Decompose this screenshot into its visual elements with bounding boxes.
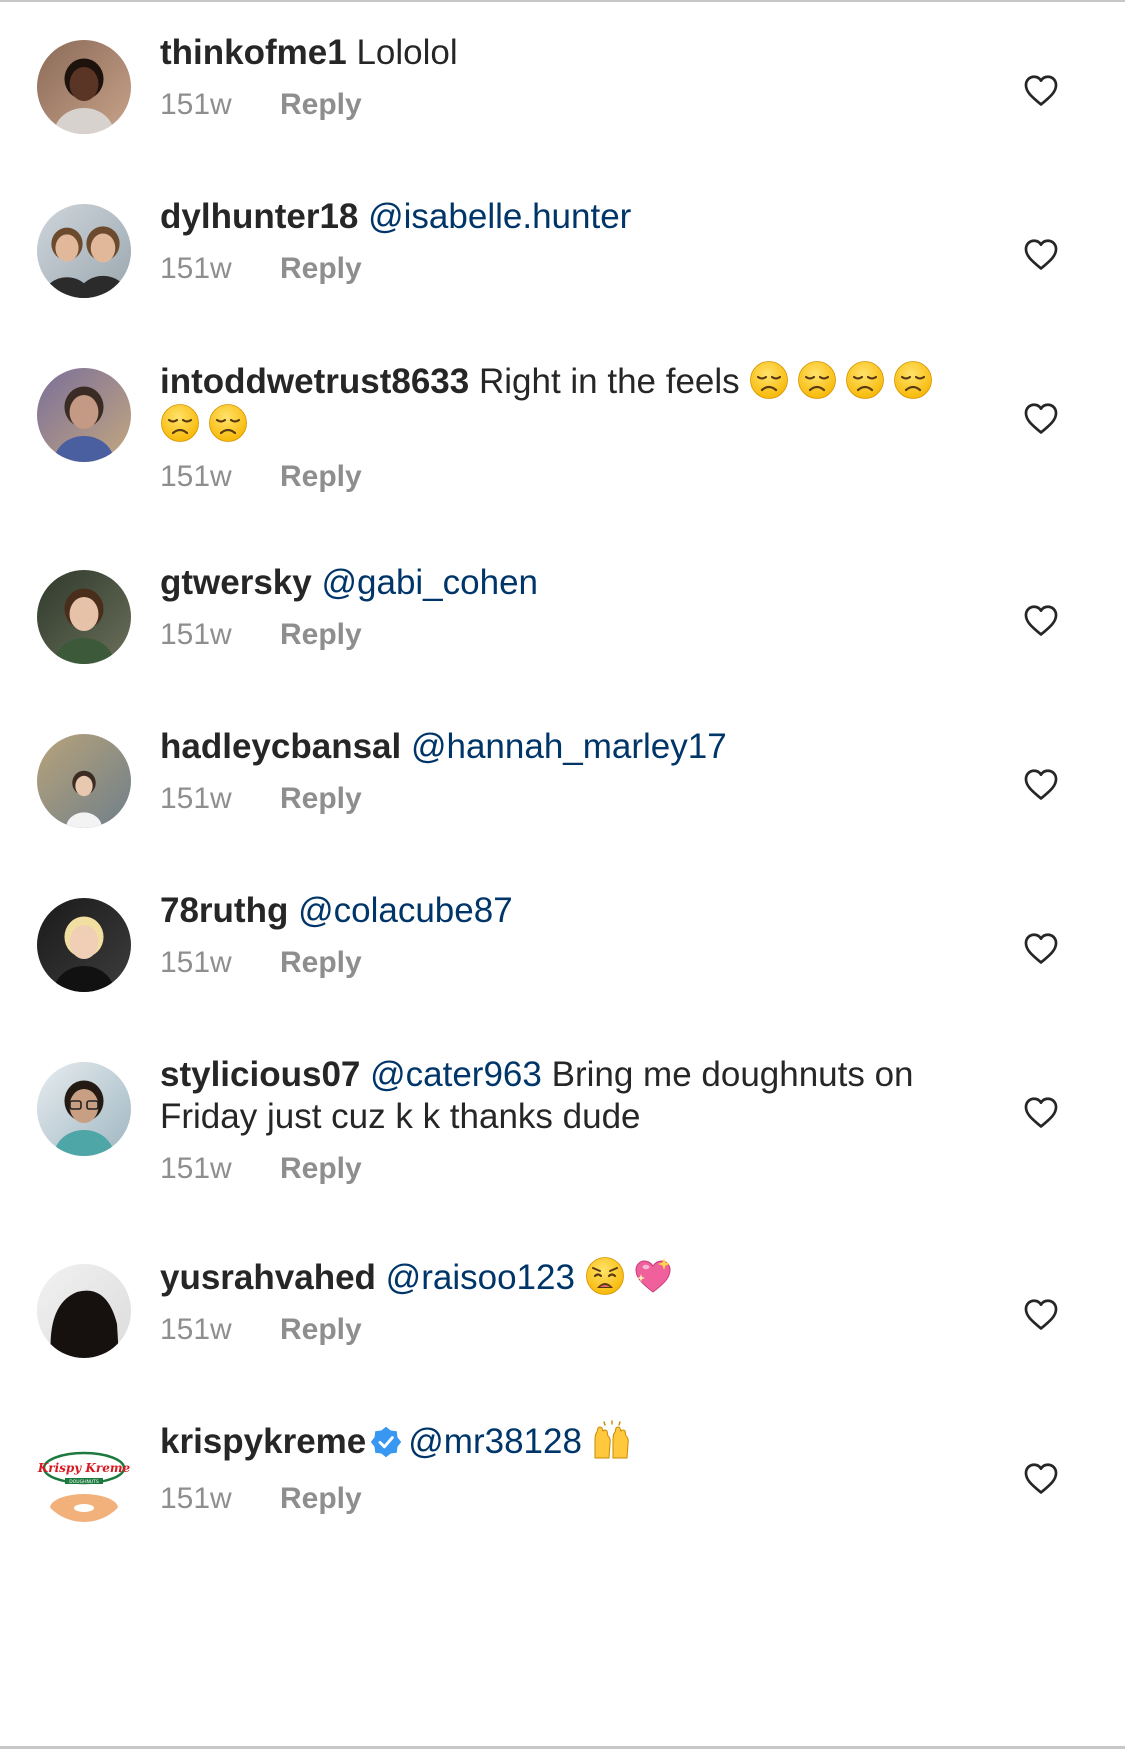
weary-face-emoji-icon [585, 1256, 625, 1296]
comment-meta: 151w Reply [160, 251, 950, 287]
heart-outline-icon[interactable] [1022, 930, 1060, 968]
mention-link[interactable]: @cater963 [370, 1055, 542, 1094]
comment-meta: 151w Reply [160, 1312, 950, 1348]
comment-meta: 151w Reply [160, 1481, 950, 1517]
reply-button[interactable]: Reply [280, 1152, 362, 1185]
comment-body: yusrahvahed @raisoo123 151w Reply [160, 1256, 950, 1348]
disappointed-face-emoji-icon [893, 360, 933, 400]
reply-button[interactable]: Reply [280, 88, 362, 121]
avatar[interactable] [37, 1264, 131, 1358]
avatar[interactable] [37, 898, 131, 992]
comment-body: thinkofme1 Lololol 151w Reply [160, 32, 950, 123]
disappointed-face-emoji-icon [845, 360, 885, 400]
timestamp: 151w [160, 1482, 232, 1515]
avatar[interactable] [37, 204, 131, 298]
mention-link[interactable]: @gabi_cohen [321, 563, 538, 602]
reply-button[interactable]: Reply [280, 946, 362, 979]
verified-badge-icon [370, 1426, 402, 1468]
comment-text: krispykreme @mr38128 [160, 1420, 950, 1468]
comment-text: gtwersky @gabi_cohen [160, 562, 950, 604]
timestamp: 151w [160, 618, 232, 651]
comment-meta: 151w Reply [160, 1151, 950, 1187]
comment-body: 78ruthg @colacube87 151w Reply [160, 890, 950, 981]
username-link[interactable]: thinkofme1 [160, 33, 347, 72]
reply-button[interactable]: Reply [280, 1313, 362, 1346]
comment-body: krispykreme @mr38128 151w Reply [160, 1420, 950, 1517]
disappointed-face-emoji-icon [797, 360, 837, 400]
reply-button[interactable]: Reply [280, 1482, 362, 1515]
timestamp: 151w [160, 1313, 232, 1346]
svg-text:DOUGHNUTS: DOUGHNUTS [69, 1479, 99, 1485]
comment-body: hadleycbansal @hannah_marley17 151w Reply [160, 726, 950, 817]
timestamp: 151w [160, 88, 232, 121]
avatar[interactable] [37, 734, 131, 828]
timestamp: 151w [160, 252, 232, 285]
avatar[interactable] [37, 368, 131, 462]
comment-meta: 151w Reply [160, 459, 950, 495]
comment-text: intoddwetrust8633 Right in the feels [160, 360, 950, 446]
username-link[interactable]: intoddwetrust8633 [160, 362, 469, 401]
sparkling-heart-emoji-icon [633, 1256, 673, 1296]
comment-text: dylhunter18 @isabelle.hunter [160, 196, 950, 238]
avatar[interactable] [37, 570, 131, 664]
reply-button[interactable]: Reply [280, 782, 362, 815]
mention-link[interactable]: @raisoo123 [386, 1258, 575, 1297]
heart-outline-icon[interactable] [1022, 72, 1060, 110]
avatar[interactable] [37, 40, 131, 134]
comment-meta: 151w Reply [160, 781, 950, 817]
comment-body: dylhunter18 @isabelle.hunter 151w Reply [160, 196, 950, 287]
reply-button[interactable]: Reply [280, 460, 362, 493]
timestamp: 151w [160, 460, 232, 493]
heart-outline-icon[interactable] [1022, 1094, 1060, 1132]
comment-meta: 151w Reply [160, 617, 950, 653]
username-link[interactable]: hadleycbansal [160, 727, 401, 766]
mention-link[interactable]: @hannah_marley17 [411, 727, 727, 766]
mention-link[interactable]: @isabelle.hunter [368, 197, 631, 236]
comment-text: stylicious07 @cater963 Bring me doughnut… [160, 1054, 950, 1138]
top-divider [0, 0, 1125, 2]
comment-body: intoddwetrust8633 Right in the feels 151… [160, 360, 950, 495]
avatar[interactable]: Krispy Kreme DOUGHNUTS [37, 1428, 131, 1522]
avatar[interactable] [37, 1062, 131, 1156]
svg-text:Krispy Kreme: Krispy Kreme [37, 1461, 131, 1475]
heart-outline-icon[interactable] [1022, 602, 1060, 640]
comment-message: Right in the feels [478, 362, 740, 401]
disappointed-face-emoji-icon [208, 403, 248, 443]
username-link[interactable]: stylicious07 [160, 1055, 360, 1094]
reply-button[interactable]: Reply [280, 618, 362, 651]
comment-text: thinkofme1 Lololol [160, 32, 950, 74]
comment-text: 78ruthg @colacube87 [160, 890, 950, 932]
heart-outline-icon[interactable] [1022, 1460, 1060, 1498]
username-link[interactable]: gtwersky [160, 563, 312, 602]
timestamp: 151w [160, 946, 232, 979]
username-link[interactable]: 78ruthg [160, 891, 288, 930]
mention-link[interactable]: @mr38128 [408, 1422, 582, 1461]
heart-outline-icon[interactable] [1022, 766, 1060, 804]
comment-message: Lololol [356, 33, 458, 72]
username-link[interactable]: dylhunter18 [160, 197, 358, 236]
timestamp: 151w [160, 782, 232, 815]
comment-meta: 151w Reply [160, 87, 950, 123]
disappointed-face-emoji-icon [749, 360, 789, 400]
timestamp: 151w [160, 1152, 232, 1185]
mention-link[interactable]: @colacube87 [298, 891, 513, 930]
comment-text: yusrahvahed @raisoo123 [160, 1256, 950, 1299]
comment-text: hadleycbansal @hannah_marley17 [160, 726, 950, 768]
raising-hands-emoji-icon [592, 1420, 632, 1460]
comment-body: gtwersky @gabi_cohen 151w Reply [160, 562, 950, 653]
comment-meta: 151w Reply [160, 945, 950, 981]
disappointed-face-emoji-icon [160, 403, 200, 443]
reply-button[interactable]: Reply [280, 252, 362, 285]
username-link[interactable]: krispykreme [160, 1422, 366, 1461]
username-link[interactable]: yusrahvahed [160, 1258, 376, 1297]
heart-outline-icon[interactable] [1022, 1296, 1060, 1334]
heart-outline-icon[interactable] [1022, 400, 1060, 438]
heart-outline-icon[interactable] [1022, 236, 1060, 274]
comment-body: stylicious07 @cater963 Bring me doughnut… [160, 1054, 950, 1187]
